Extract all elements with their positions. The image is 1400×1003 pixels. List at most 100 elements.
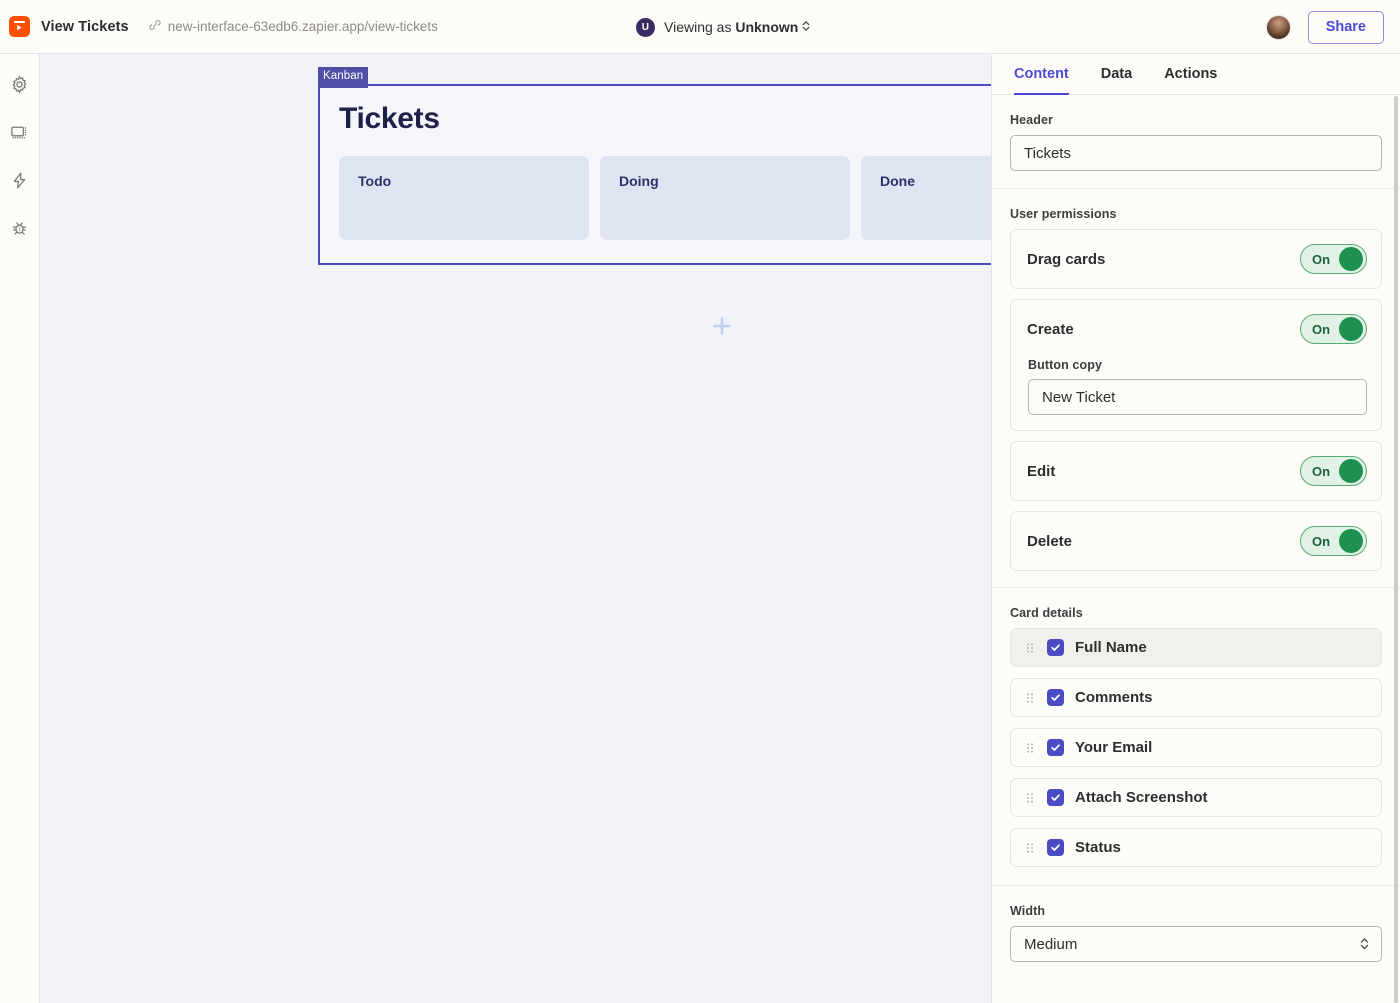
checkbox-checked-icon[interactable] (1047, 739, 1064, 756)
drag-handle-icon[interactable] (1023, 641, 1037, 655)
user-permissions-section: User permissions Drag cards On Create On (992, 188, 1400, 587)
add-block-button[interactable] (708, 312, 736, 340)
header-section: Header (992, 95, 1400, 188)
permission-row: Drag cards On (1011, 230, 1381, 288)
card-detail-item-full-name[interactable]: Full Name (1010, 628, 1382, 667)
editor-canvas: Kanban Tickets Todo Doing Done (40, 54, 991, 1003)
share-button[interactable]: Share (1307, 10, 1384, 44)
app-url-chip[interactable]: new-interface-63edb6.zapier.app/view-tic… (148, 18, 438, 35)
top-bar-left: View Tickets new-interface-63edb6.zapier… (0, 16, 438, 37)
sidebar-item-debug[interactable] (6, 217, 34, 245)
viewing-as-prefix: Viewing as (664, 18, 736, 35)
link-chain-icon (148, 18, 162, 35)
sidebar-item-display[interactable] (6, 121, 34, 149)
permission-card-create: Create On Button copy (1010, 299, 1382, 431)
viewing-as-control[interactable]: U Viewing as Unknown (636, 0, 811, 54)
tab-actions[interactable]: Actions (1148, 54, 1233, 94)
gear-icon (10, 75, 29, 99)
lightning-bolt-icon (10, 171, 29, 195)
kanban-block[interactable]: Kanban Tickets Todo Doing Done (318, 67, 991, 265)
permission-row: Create On (1011, 300, 1381, 358)
edit-toggle[interactable]: On (1300, 456, 1367, 486)
user-permissions-label: User permissions (1010, 207, 1117, 221)
panel-tabs: Content Data Actions (992, 54, 1400, 95)
block-type-badge: Kanban (318, 67, 369, 88)
toggle-state-label: On (1312, 251, 1331, 267)
kanban-columns: Todo Doing Done (320, 136, 991, 240)
drag-handle-icon[interactable] (1023, 741, 1037, 755)
checkbox-checked-icon[interactable] (1047, 639, 1064, 656)
create-toggle[interactable]: On (1300, 314, 1367, 344)
card-detail-item-attach-screenshot[interactable]: Attach Screenshot (1010, 778, 1382, 817)
left-rail (0, 54, 40, 1003)
permission-card-edit: Edit On (1010, 441, 1382, 501)
header-field-label: Header (1010, 113, 1053, 127)
permission-label: Drag cards (1027, 250, 1106, 268)
zapier-logo-icon (9, 16, 30, 37)
viewing-as-name: Unknown (735, 18, 799, 35)
permission-label: Edit (1027, 462, 1056, 480)
chevron-up-down-icon (1359, 935, 1370, 957)
viewing-as-avatar: U (636, 17, 655, 37)
toggle-knob (1339, 247, 1363, 271)
card-detail-label: Comments (1075, 689, 1153, 706)
chevron-up-down-icon (801, 19, 811, 36)
display-icon (10, 123, 29, 147)
drag-handle-icon[interactable] (1023, 691, 1037, 705)
avatar[interactable] (1265, 14, 1291, 40)
sidebar-item-settings[interactable] (6, 73, 34, 101)
kanban-column-done[interactable]: Done (861, 156, 991, 240)
button-copy-subfield: Button copy (1011, 358, 1381, 430)
delete-toggle[interactable]: On (1300, 526, 1367, 556)
width-select-wrapper: Medium (1010, 926, 1382, 962)
width-select[interactable]: Medium (1010, 926, 1382, 962)
header-input[interactable] (1010, 135, 1382, 171)
app-url-text: new-interface-63edb6.zapier.app/view-tic… (167, 19, 438, 34)
toggle-state-label: On (1312, 321, 1331, 337)
bug-icon (10, 219, 29, 243)
permission-row: Delete On (1011, 512, 1381, 570)
panel-scrollbar[interactable] (1394, 96, 1398, 1003)
drag-handle-icon[interactable] (1023, 791, 1037, 805)
card-detail-item-your-email[interactable]: Your Email (1010, 728, 1382, 767)
card-detail-item-status[interactable]: Status (1010, 828, 1382, 867)
toggle-knob (1339, 459, 1363, 483)
checkbox-checked-icon[interactable] (1047, 789, 1064, 806)
top-bar-right: Share (1265, 0, 1384, 54)
card-details-label: Card details (1010, 606, 1083, 620)
button-copy-input[interactable] (1028, 379, 1367, 415)
drag-cards-toggle[interactable]: On (1300, 244, 1367, 274)
viewing-as-text: Viewing as Unknown (664, 19, 811, 36)
panel-body: Header User permissions Drag cards On Cr… (992, 95, 1400, 979)
kanban-column-label: Done (880, 173, 915, 189)
card-detail-label: Attach Screenshot (1075, 789, 1208, 806)
permission-row: Edit On (1011, 442, 1381, 500)
width-label: Width (1010, 904, 1046, 918)
checkbox-checked-icon[interactable] (1047, 689, 1064, 706)
drag-handle-icon[interactable] (1023, 841, 1037, 855)
kanban-column-label: Doing (619, 173, 659, 189)
inspector-panel: Content Data Actions Header User permiss… (991, 54, 1400, 1003)
permission-card-drag-cards: Drag cards On (1010, 229, 1382, 289)
card-detail-label: Your Email (1075, 739, 1153, 756)
toggle-state-label: On (1312, 463, 1331, 479)
sidebar-item-zaps[interactable] (6, 169, 34, 197)
permission-label: Delete (1027, 532, 1073, 550)
width-section: Width Medium (992, 885, 1400, 979)
tab-content[interactable]: Content (1014, 54, 1085, 95)
tab-data[interactable]: Data (1085, 54, 1148, 94)
card-detail-label: Status (1075, 839, 1121, 856)
kanban-column-doing[interactable]: Doing (600, 156, 850, 240)
kanban-column-todo[interactable]: Todo (339, 156, 589, 240)
checkbox-checked-icon[interactable] (1047, 839, 1064, 856)
toggle-knob (1339, 529, 1363, 553)
width-select-value: Medium (1024, 935, 1078, 953)
top-bar: View Tickets new-interface-63edb6.zapier… (0, 0, 1400, 54)
toggle-knob (1339, 317, 1363, 341)
app-title: View Tickets (41, 18, 129, 35)
plus-icon (708, 317, 736, 344)
kanban-column-label: Todo (358, 173, 392, 189)
permission-card-delete: Delete On (1010, 511, 1382, 571)
card-details-section: Card details Full Name Comments Your Ema… (992, 587, 1400, 885)
card-detail-item-comments[interactable]: Comments (1010, 678, 1382, 717)
